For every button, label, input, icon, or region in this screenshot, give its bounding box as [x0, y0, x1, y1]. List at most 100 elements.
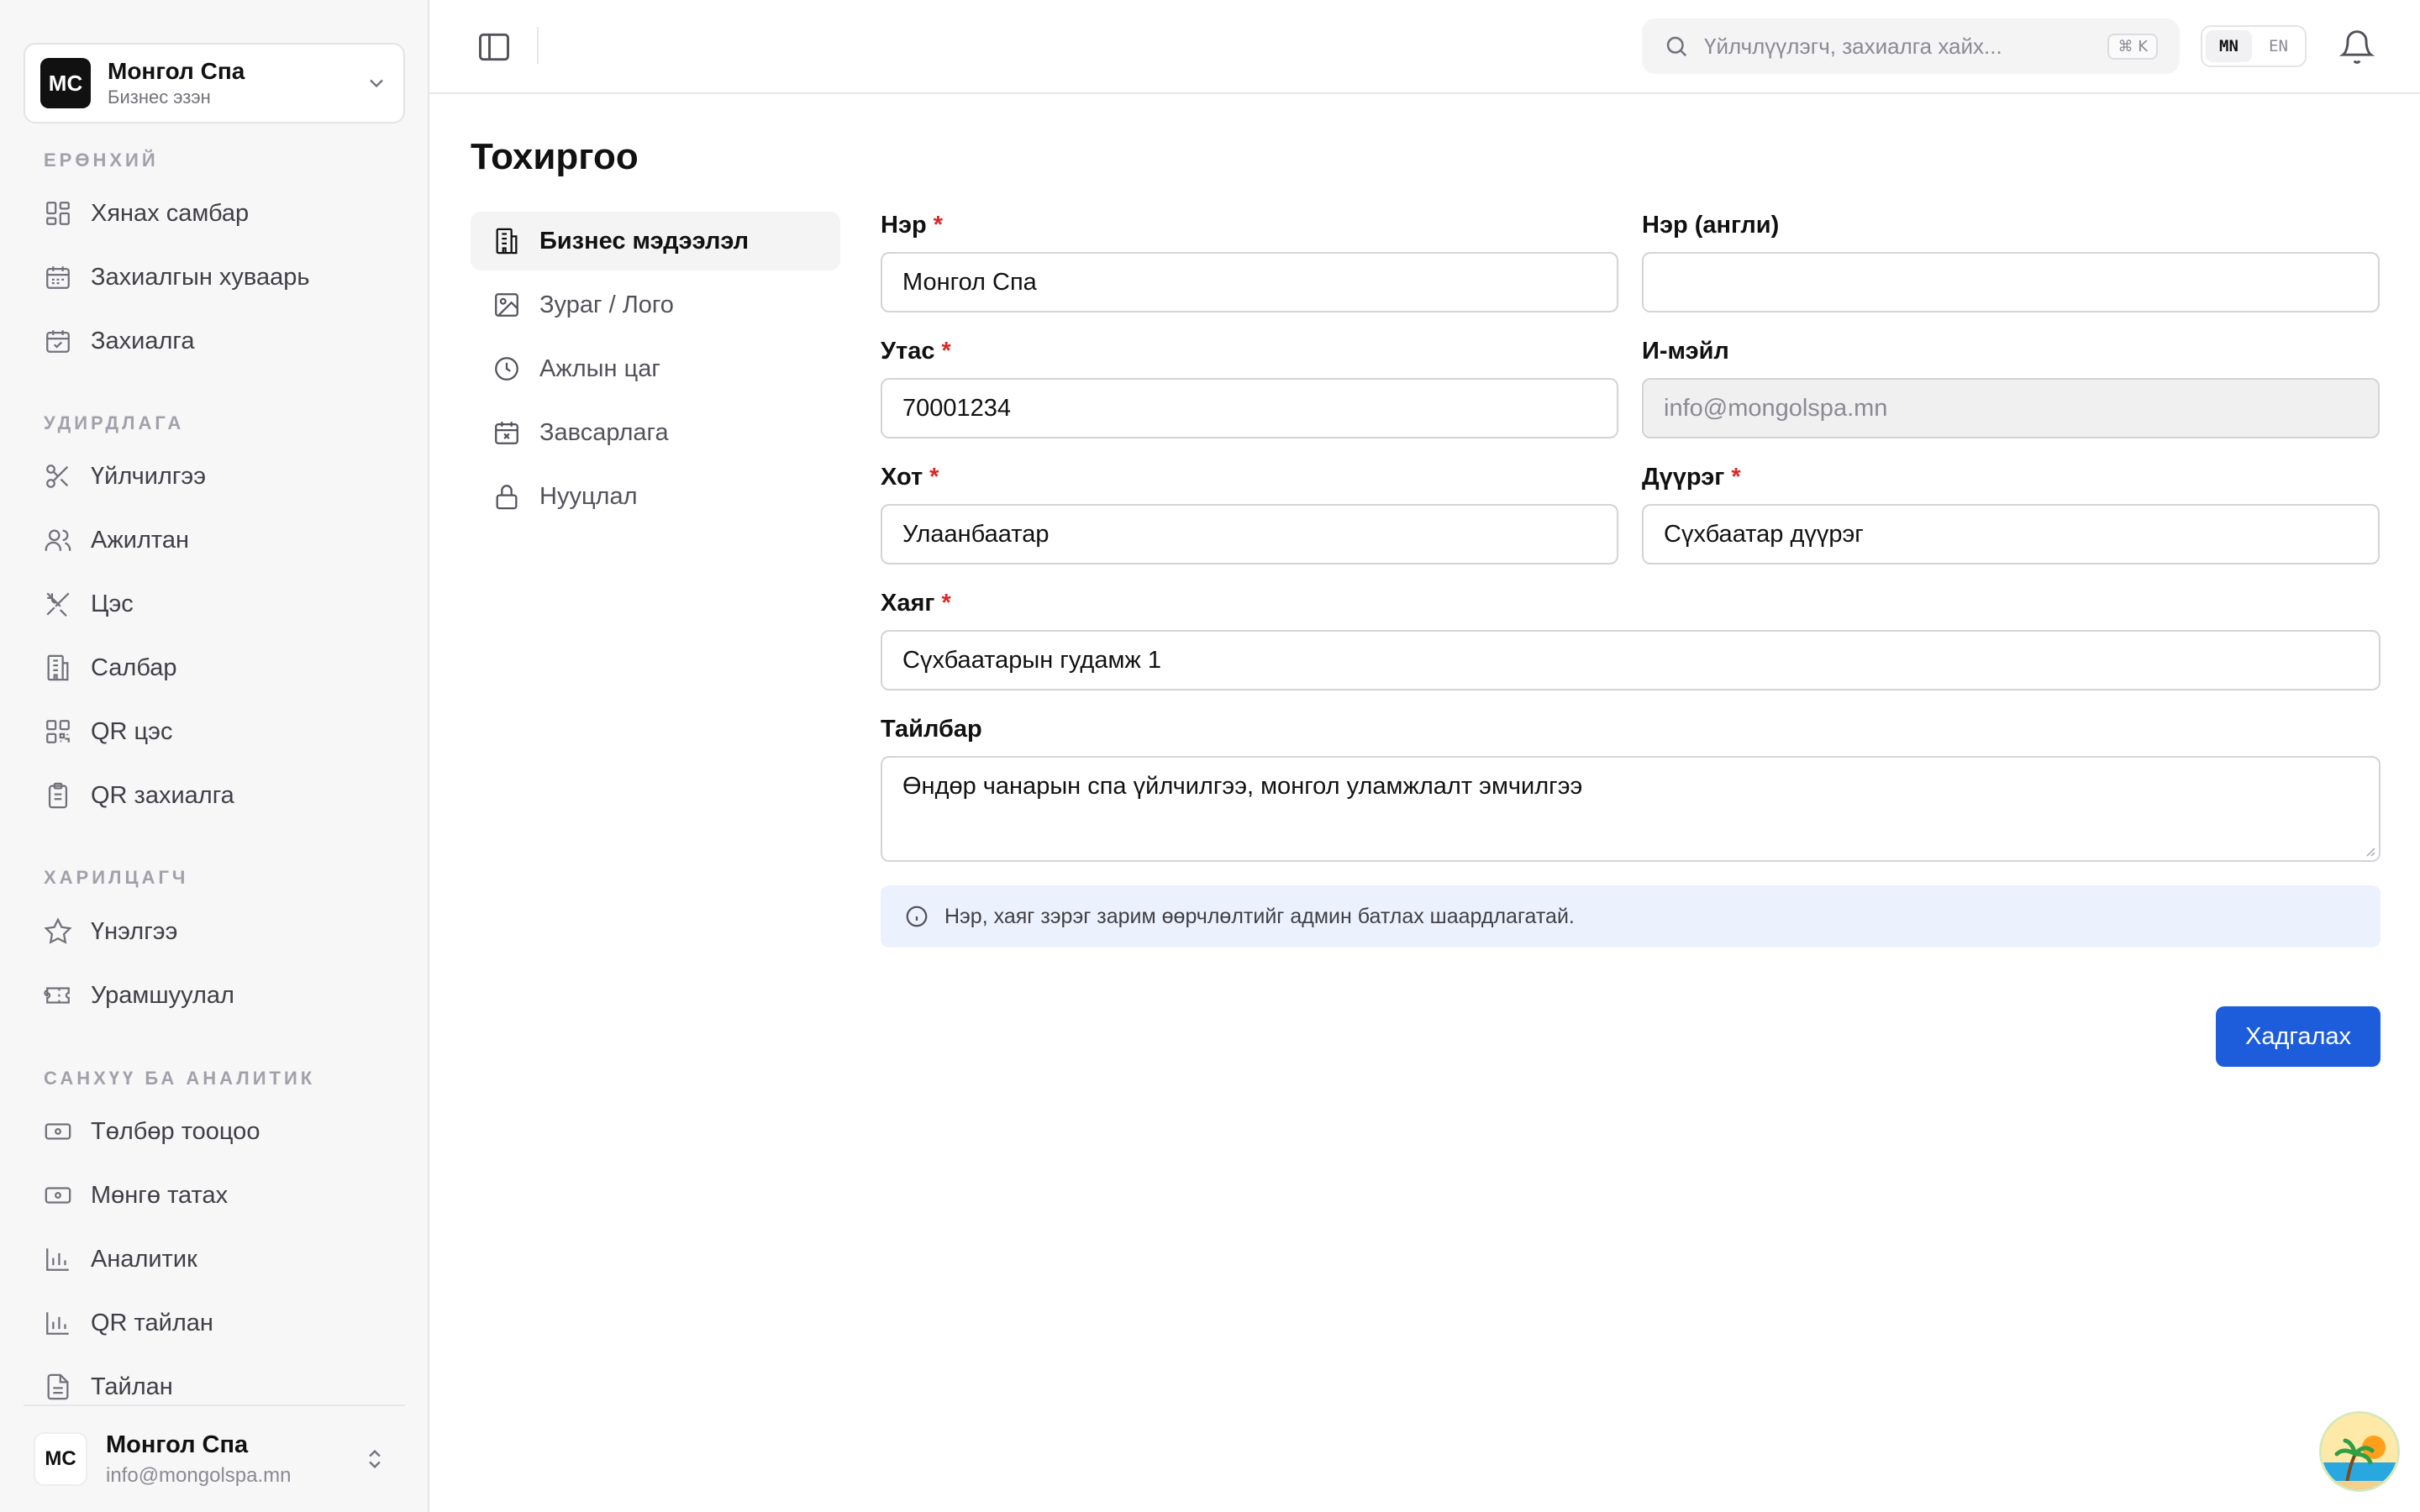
description-textarea[interactable]: Өндөр чанарын спа үйлчилгээ, монгол улам… — [881, 756, 2381, 862]
sidebar-item-services[interactable]: Үйлчилгээ — [37, 449, 407, 503]
clipboard-icon — [48, 782, 68, 809]
required-mark: * — [941, 337, 951, 365]
tab-breaks[interactable]: Завсарлага — [471, 403, 840, 462]
lang-en-button[interactable]: EN — [2255, 30, 2302, 62]
email-input: info@mongolspa.mn — [1642, 378, 2380, 438]
user-avatar: MC — [34, 1432, 87, 1486]
sidebar-item-analytics[interactable]: Аналитик — [37, 1232, 407, 1286]
sidebar-item-label: Цэс — [91, 590, 134, 617]
field-district: Дүүрэг * Сүхбаатар дүүрэг — [1642, 462, 2380, 564]
description-text: Өндөр чанарын спа үйлчилгээ, монгол улам… — [902, 773, 1583, 800]
business-role: Бизнес эзэн — [108, 87, 211, 108]
sidebar-item-label: Урамшуулал — [91, 981, 234, 1009]
info-banner: Нэр, хаяг зэрэг зарим өөрчлөлтийг админ … — [881, 885, 2381, 948]
sidebar-item-label: Тайлан — [91, 1373, 173, 1400]
tab-working-hours[interactable]: Ажлын цаг — [471, 339, 840, 398]
sidebar: MC Монгол Спа Бизнес эзэн ЕРӨНХИЙ Хянах … — [0, 0, 429, 1512]
field-name-en: Нэр (англи) — [1642, 210, 2380, 312]
lang-mn-button[interactable]: MN — [2206, 30, 2252, 62]
sidebar-item-label: Мөнгө татах — [91, 1181, 229, 1209]
field-city: Хот * Улаанбаатар — [881, 462, 1618, 564]
field-address: Хаяг * Сүхбаатарын гудамж 1 — [881, 588, 2381, 690]
sidebar-item-label: Төлбөр тооцоо — [91, 1117, 260, 1145]
field-label: И-мэйл — [1642, 337, 1729, 365]
tab-business-info[interactable]: Бизнес мэдээлэл — [471, 212, 840, 270]
sidebar-item-qr-report[interactable]: QR тайлан — [37, 1296, 407, 1350]
save-button[interactable]: Хадгалах — [2216, 1006, 2381, 1067]
tab-label: Нууцлал — [539, 482, 638, 510]
sidebar-item-promotions[interactable]: Урамшуулал — [37, 969, 407, 1022]
name-en-input[interactable] — [1642, 252, 2380, 312]
info-icon — [906, 906, 928, 927]
section-title-management: УДИРДЛАГА — [44, 412, 185, 433]
scissors-icon — [46, 465, 69, 488]
chevrons-up-down-icon — [369, 1450, 381, 1468]
sidebar-item-branches[interactable]: Салбар — [37, 641, 407, 695]
qr-icon — [46, 720, 70, 743]
calendar-icon — [46, 266, 70, 289]
district-input[interactable]: Сүхбаатар дүүрэг — [1642, 504, 2380, 564]
assistant-widget[interactable] — [2319, 1411, 2400, 1492]
sidebar-item-staff[interactable]: Ажилтан — [37, 513, 407, 567]
sidebar-item-label: Ажилтан — [91, 526, 189, 554]
sidebar-item-qr-menu[interactable]: QR цэс — [37, 705, 407, 759]
section-title-customers: ХАРИЛЦАГЧ — [44, 867, 189, 888]
sidebar-item-schedule[interactable]: Захиалгын хуваарь — [37, 250, 407, 304]
tab-label: Бизнес мэдээлэл — [539, 227, 750, 255]
business-switcher[interactable]: MC Монгол Спа Бизнес эзэн — [24, 43, 405, 123]
address-input[interactable]: Сүхбаатарын гудамж 1 — [881, 630, 2381, 690]
user-menu[interactable]: MC Монгол Спа info@mongolspa.mn — [24, 1404, 405, 1512]
user-email: info@mongolspa.mn — [106, 1463, 292, 1487]
phone-input[interactable]: 70001234 — [881, 378, 1618, 438]
field-email: И-мэйл info@mongolspa.mn — [1642, 336, 2380, 438]
sidebar-item-reviews[interactable]: Үнэлгээ — [37, 905, 407, 958]
sidebar-item-label: Хянах самбар — [91, 199, 250, 227]
tab-label: Ажлын цаг — [539, 354, 660, 382]
section-title-general: ЕРӨНХИЙ — [44, 150, 159, 171]
field-description: Тайлбар Өндөр чанарын спа үйлчилгээ, мон… — [881, 714, 2381, 862]
sidebar-item-withdraw[interactable]: Мөнгө татах — [37, 1168, 407, 1222]
bar-chart-icon — [46, 1312, 69, 1335]
sidebar-item-payments[interactable]: Төлбөр тооцоо — [37, 1105, 407, 1158]
banknote-icon — [45, 1123, 71, 1140]
name-input[interactable]: Монгол Спа — [881, 252, 1618, 312]
sidebar-item-label: QR тайлан — [91, 1309, 213, 1336]
tab-security[interactable]: Нууцлал — [471, 467, 840, 526]
sidebar-item-label: Үйлчилгээ — [91, 462, 207, 490]
sidebar-item-label: Захиалга — [91, 327, 195, 354]
sidebar-item-bookings[interactable]: Захиалга — [37, 314, 407, 368]
sidebar-item-label: QR захиалга — [91, 781, 234, 809]
field-label: Хаяг — [881, 589, 935, 617]
resize-handle-icon[interactable] — [2362, 843, 2375, 857]
city-input[interactable]: Улаанбаатар — [881, 504, 1618, 564]
chevron-down-icon — [370, 79, 383, 88]
tab-image-logo[interactable]: Зураг / Лого — [471, 276, 840, 334]
search-input[interactable]: Үйлчлүүлэгч, захиалга хайх... ⌘ K — [1642, 18, 2180, 74]
required-mark: * — [941, 589, 951, 617]
users-icon — [45, 529, 71, 551]
sidebar-item-label: QR цэс — [91, 717, 173, 745]
user-name: Монгол Спа — [106, 1431, 249, 1458]
field-label: Тайлбар — [881, 715, 982, 743]
image-icon — [495, 293, 518, 317]
bell-icon[interactable] — [2338, 29, 2375, 66]
ticket-icon — [44, 987, 70, 1004]
banknote-icon — [45, 1187, 71, 1204]
sidebar-item-dashboard[interactable]: Хянах самбар — [37, 186, 407, 240]
divider — [537, 27, 539, 64]
bar-chart-icon — [46, 1248, 69, 1271]
field-label: Дүүрэг — [1642, 463, 1725, 491]
building-icon — [496, 228, 518, 255]
clock-icon — [495, 357, 518, 381]
required-mark: * — [1731, 463, 1741, 491]
calendar-check-icon — [46, 330, 70, 353]
top-bar: Үйлчлүүлэгч, захиалга хайх... ⌘ K MN EN — [429, 0, 2420, 94]
page-title: Тохиргоо — [471, 136, 639, 177]
dashboard-icon — [46, 202, 70, 225]
field-label: Хот — [881, 463, 923, 491]
sidebar-item-qr-orders[interactable]: QR захиалга — [37, 769, 407, 822]
sidebar-toggle-icon[interactable] — [476, 29, 513, 66]
business-name: Монгол Спа — [108, 58, 245, 84]
sidebar-item-menu[interactable]: Цэс — [37, 577, 407, 631]
info-text: Нэр, хаяг зэрэг зарим өөрчлөлтийг админ … — [944, 904, 1575, 928]
